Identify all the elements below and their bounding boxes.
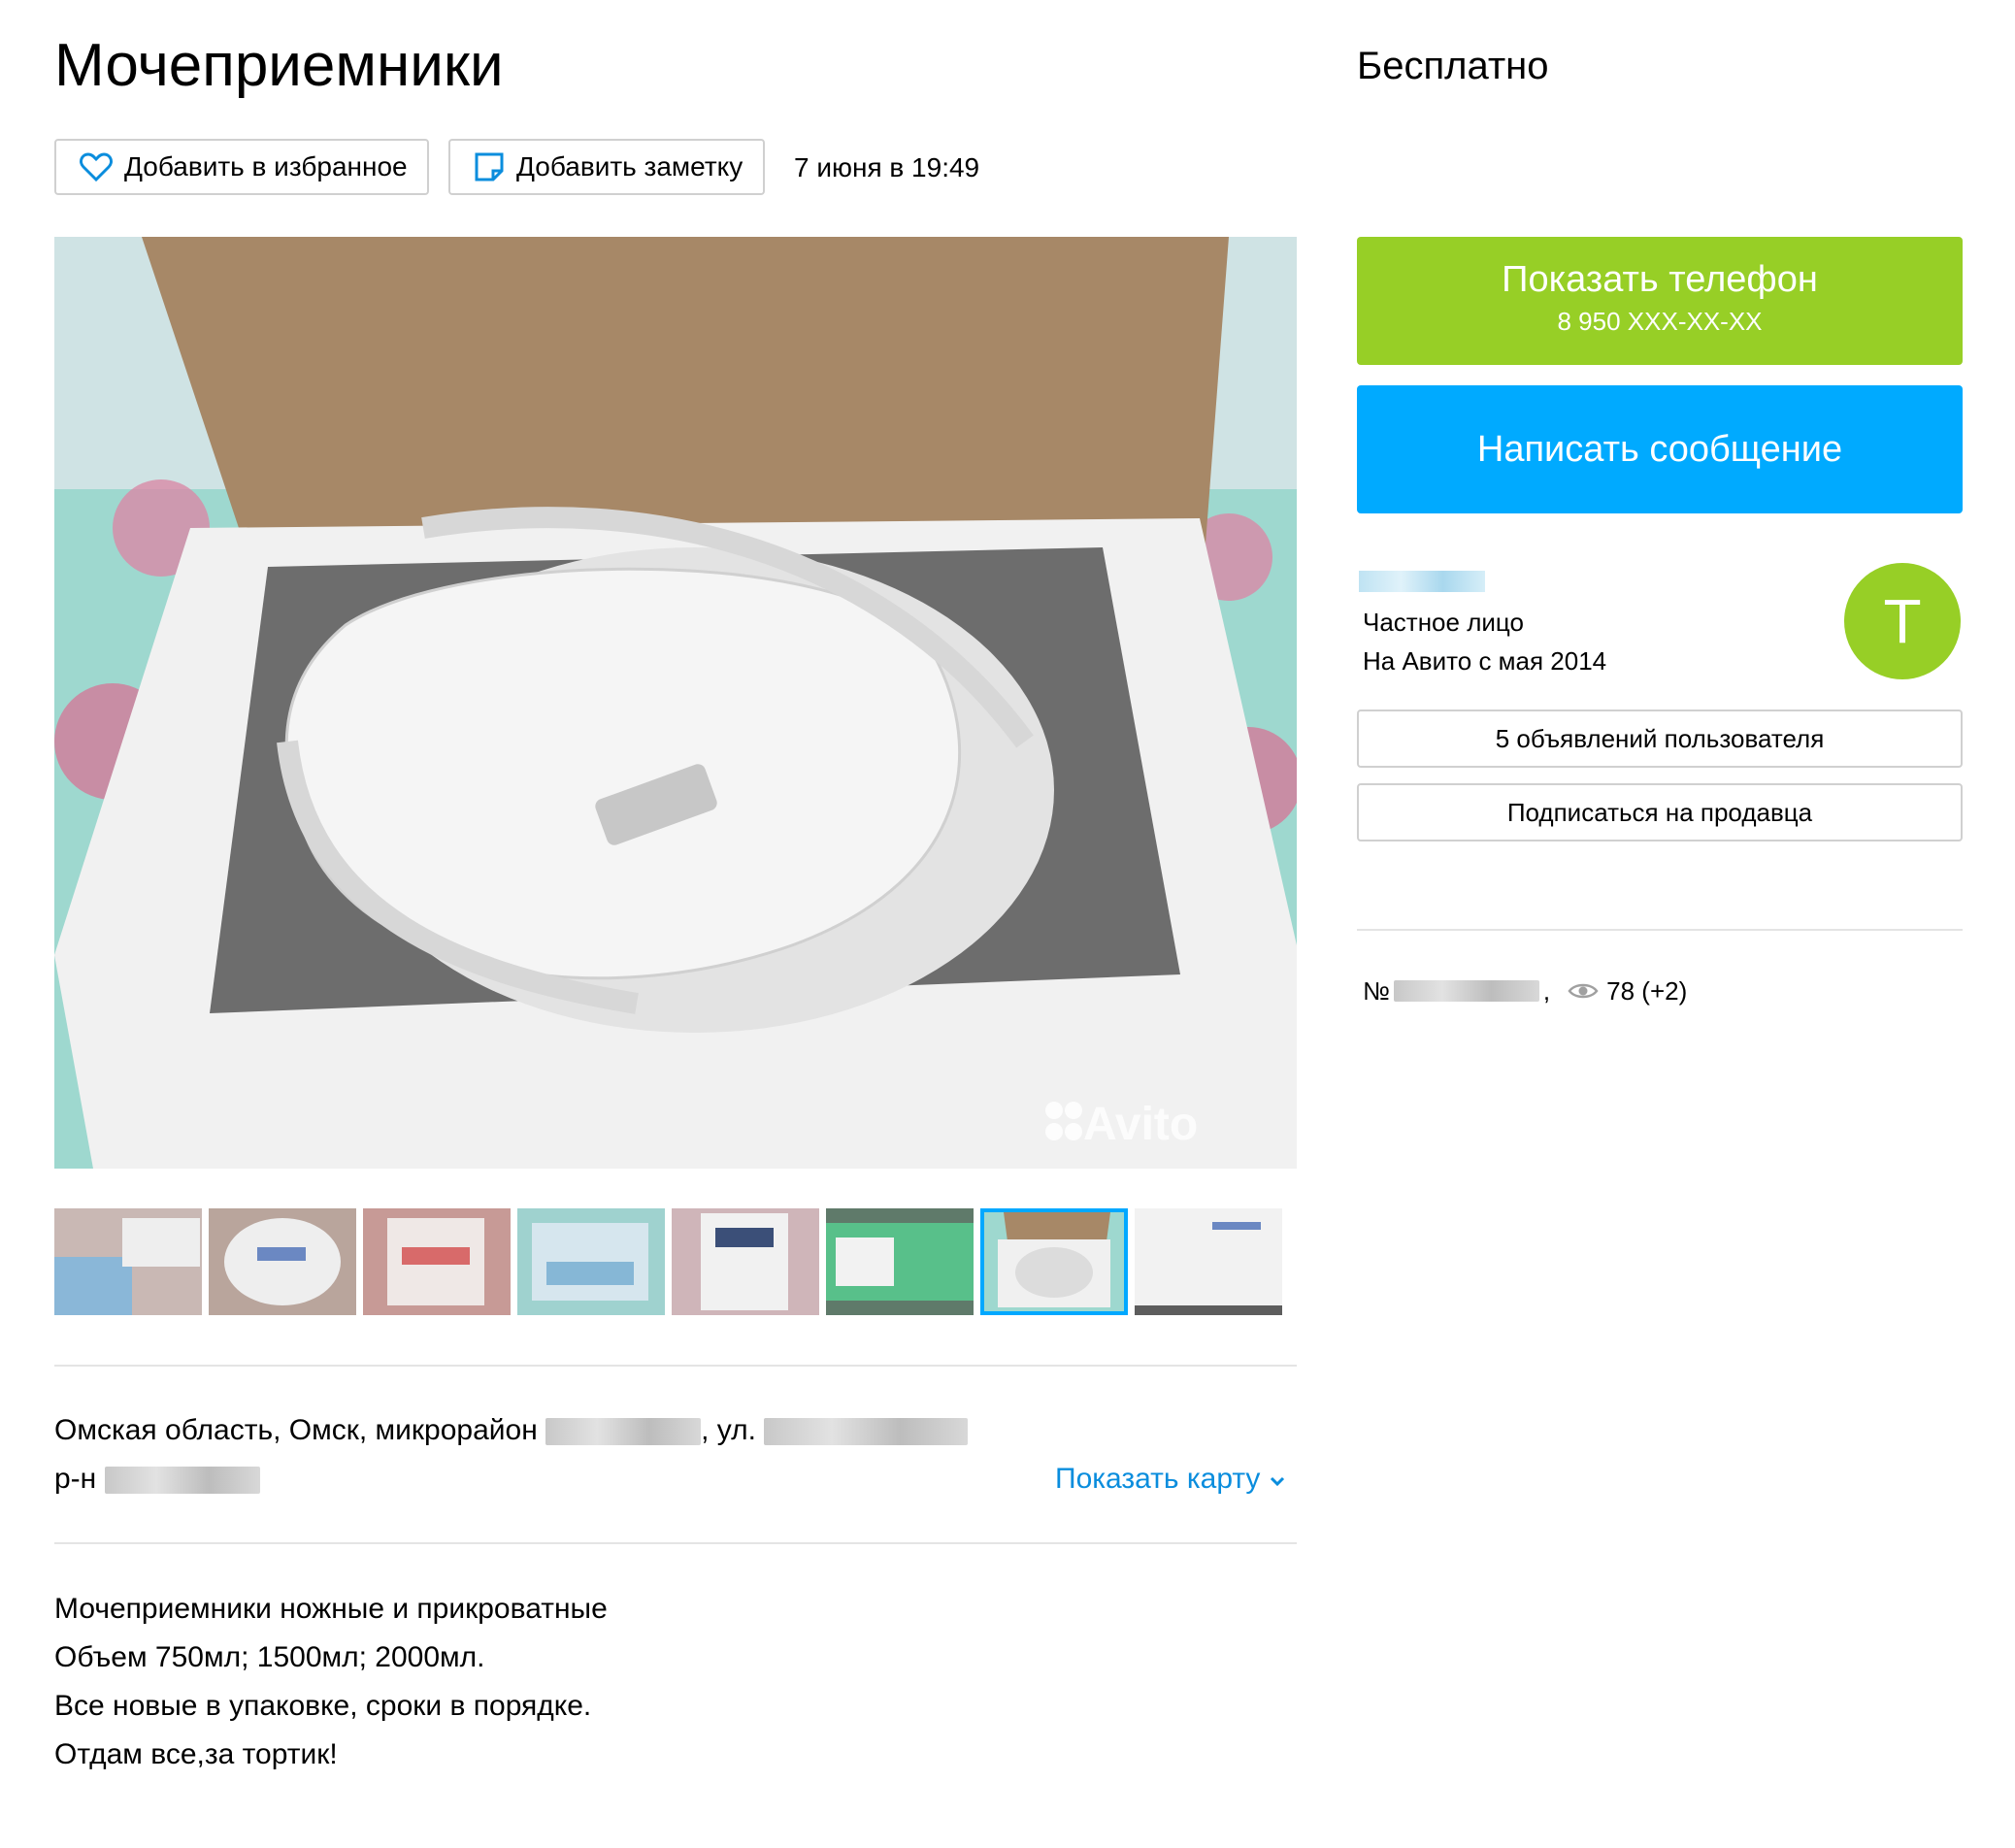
thumbnail-5[interactable]	[672, 1208, 819, 1315]
seller-since: На Авито с мая 2014	[1363, 646, 1607, 676]
seller-name-blurred[interactable]	[1359, 571, 1485, 592]
avito-watermark: Avito	[1083, 1099, 1198, 1150]
add-to-favorites-button[interactable]: Добавить в избранное	[54, 139, 429, 195]
add-note-label: Добавить заметку	[516, 151, 743, 182]
description-line: Объем 750мл; 1500мл; 2000мл.	[54, 1641, 485, 1673]
listing-number-prefix: №	[1363, 976, 1390, 1006]
add-note-button[interactable]: Добавить заметку	[448, 139, 765, 195]
show-phone-button[interactable]: Показать телефон 8 950 XXX-XX-XX	[1357, 237, 1963, 365]
divider	[54, 1542, 1297, 1544]
address-blurred-street	[764, 1418, 969, 1446]
heart-icon	[80, 152, 113, 182]
price: Бесплатно	[1357, 45, 1549, 87]
description-line: Отдам все,за тортик!	[54, 1738, 338, 1770]
address-area-prefix: р-н	[54, 1463, 97, 1495]
address: Омская область, Омск, микрорайон , ул.	[54, 1411, 969, 1450]
views-count: 78 (+2)	[1606, 976, 1688, 1006]
address-region: Омская область, Омск, микрорайон	[54, 1414, 538, 1446]
publish-date: 7 июня в 19:49	[794, 152, 980, 182]
show-phone-label: Показать телефон	[1502, 259, 1818, 300]
description-line: Мочеприемники ножные и прикроватные	[54, 1593, 608, 1625]
listing-meta: № , 78 (+2)	[1363, 976, 1688, 1006]
thumbnail-7-active[interactable]	[980, 1208, 1128, 1315]
write-message-label: Написать сообщение	[1476, 429, 1843, 470]
chevron-down-icon	[1270, 1476, 1284, 1487]
thumbnail-6[interactable]	[826, 1208, 974, 1315]
seller-ads-button[interactable]: 5 объявлений пользователя	[1357, 710, 1963, 768]
avatar[interactable]: T	[1844, 563, 1961, 679]
thumbnail-4[interactable]	[517, 1208, 665, 1315]
address-blurred-area	[104, 1467, 260, 1495]
divider	[1357, 929, 1963, 931]
thumbnail-8[interactable]	[1135, 1208, 1282, 1315]
page-title: Мочеприемники	[54, 32, 504, 99]
description-line: Все новые в упаковке, сроки в порядке.	[54, 1690, 592, 1722]
note-icon	[475, 152, 504, 182]
thumbnail-3[interactable]	[363, 1208, 511, 1315]
add-to-favorites-label: Добавить в избранное	[124, 151, 408, 182]
eye-icon	[1568, 983, 1599, 999]
divider	[54, 1365, 1297, 1367]
address-area: р-н	[54, 1460, 260, 1499]
write-message-button[interactable]: Написать сообщение	[1357, 385, 1963, 513]
seller-type: Частное лицо	[1363, 608, 1524, 637]
phone-number-masked: 8 950 XXX-XX-XX	[1557, 307, 1763, 336]
address-blurred-district	[545, 1418, 702, 1446]
show-map-link[interactable]: Показать карту	[1055, 1460, 1286, 1499]
thumbnail-1[interactable]	[54, 1208, 202, 1315]
main-photo[interactable]: Avito	[54, 237, 1297, 1169]
show-map-label: Показать карту	[1055, 1463, 1261, 1495]
address-street-prefix: , ул.	[701, 1414, 756, 1446]
thumbnail-2[interactable]	[209, 1208, 356, 1315]
subscribe-seller-button[interactable]: Подписаться на продавца	[1357, 783, 1963, 842]
listing-number-blurred	[1393, 980, 1539, 1002]
